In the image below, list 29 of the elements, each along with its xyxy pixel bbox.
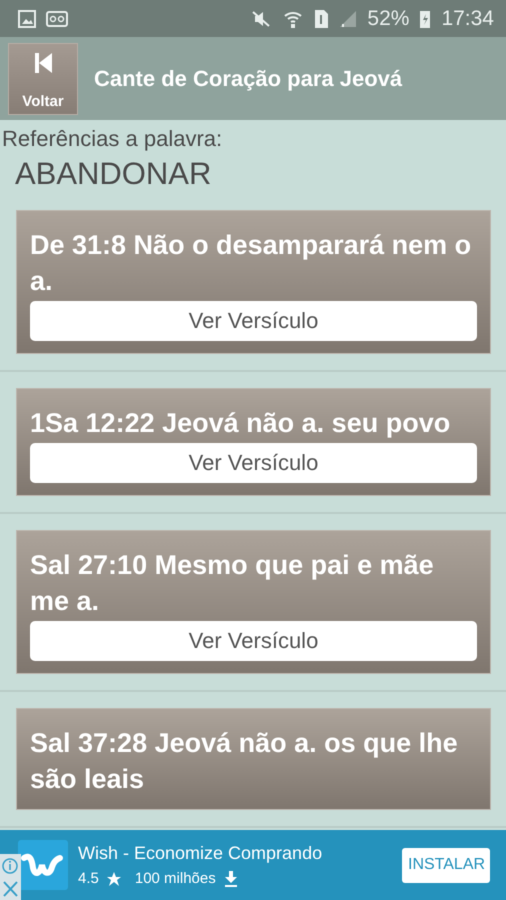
rating-text: 4.5: [78, 870, 99, 887]
app-title: Cante de Coração para Jeová: [94, 66, 402, 92]
battery-icon: [419, 8, 432, 28]
ad-banner[interactable]: Wish - Economize Comprando 4.5 100 milhões INSTALAR: [0, 830, 506, 900]
battery-percent: 52%: [367, 6, 410, 30]
view-verse-button[interactable]: Ver Versículo: [30, 301, 477, 341]
info-icon[interactable]: [0, 854, 21, 878]
voicemail-icon: [46, 10, 68, 26]
install-button[interactable]: INSTALAR: [402, 848, 490, 882]
search-word: ABANDONAR: [15, 156, 212, 192]
back-button[interactable]: Voltar: [8, 42, 78, 114]
downloads-text: 100 milhões: [134, 870, 216, 887]
view-verse-button[interactable]: Ver Versículo: [30, 621, 477, 661]
logo-icon: [18, 840, 68, 890]
star-icon: [106, 872, 121, 886]
reference-text: Sal 37:28 Jeová não a. os que lhe são leais: [30, 727, 459, 796]
view-verse-button[interactable]: Ver Versículo: [30, 443, 477, 483]
caption-text: Referências a palavra:: [2, 126, 224, 152]
reference-text: De 31:8 Não o desamparará nem o a.: [30, 229, 472, 298]
close-icon[interactable]: [0, 878, 21, 900]
reference-text: Sal 27:10 Mesmo que pai e mãe me a.: [30, 549, 435, 618]
ad-title: Wish - Economize Comprando: [78, 843, 324, 864]
reference-text: 1Sa 12:22 Jeová não a. seu povo: [30, 407, 452, 440]
download-icon: [224, 870, 238, 886]
clock-time: 17:34: [441, 6, 494, 30]
skip-back-icon: [33, 52, 53, 74]
image-icon: [18, 10, 36, 28]
signal-icon: [339, 10, 358, 28]
sim-icon: [313, 8, 330, 28]
